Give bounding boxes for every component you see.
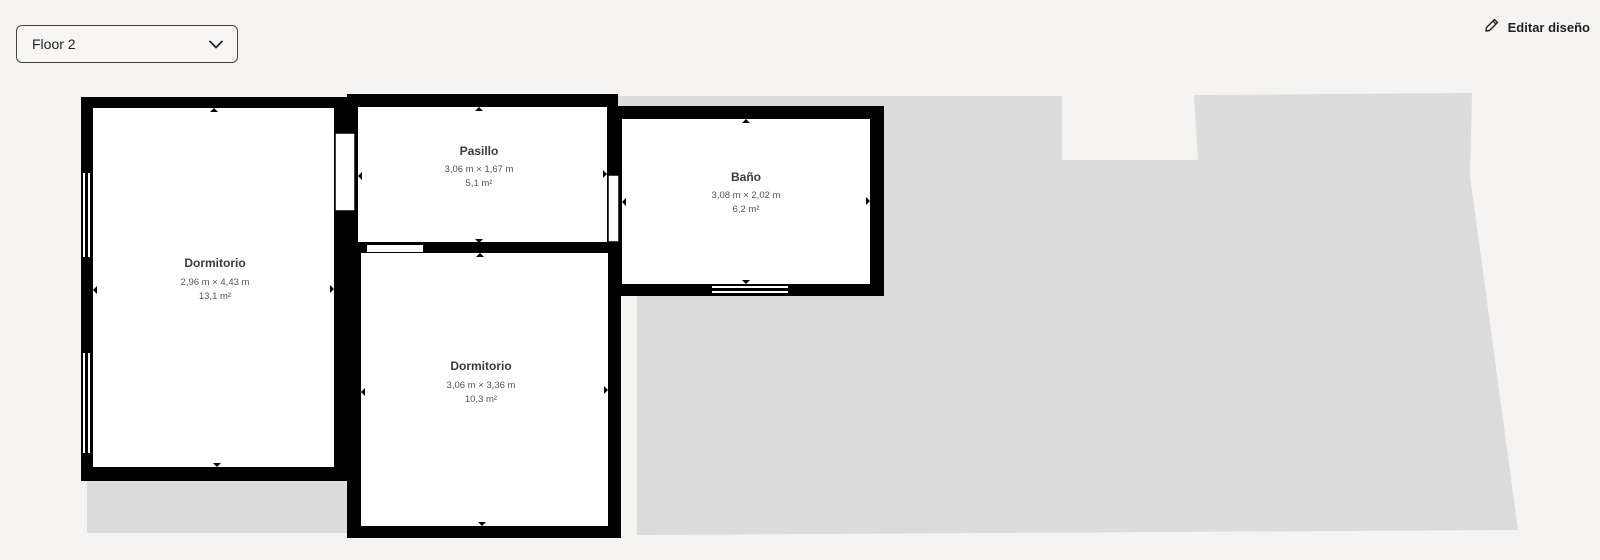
room-dimensions: 3,06 m × 1,67 m	[445, 164, 514, 175]
room-bano[interactable]	[608, 106, 884, 296]
room-area: 6,2 m²	[733, 204, 760, 215]
floor-plan[interactable]: Dormitorio 2,96 m × 4,43 m 13,1 m² Pasil…	[0, 0, 1600, 560]
room-name: Dormitorio	[184, 256, 245, 270]
room-area: 13,1 m²	[199, 291, 231, 302]
room-name: Baño	[731, 170, 761, 184]
room-dimensions: 3,08 m × 2,02 m	[712, 190, 781, 201]
window	[710, 284, 790, 296]
room-area: 5,1 m²	[466, 178, 493, 189]
window	[81, 352, 93, 454]
room-dimensions: 2,96 m × 4,43 m	[181, 277, 250, 288]
room-area: 10,3 m²	[465, 394, 497, 405]
window	[81, 172, 93, 258]
door-opening	[607, 174, 620, 243]
room-dormitorio-1[interactable]	[81, 97, 347, 481]
room-name: Pasillo	[460, 144, 499, 158]
room-name: Dormitorio	[450, 359, 511, 373]
room-dimensions: 3,06 m × 3,36 m	[447, 380, 516, 391]
door-opening	[334, 132, 356, 212]
door-opening	[367, 245, 423, 252]
